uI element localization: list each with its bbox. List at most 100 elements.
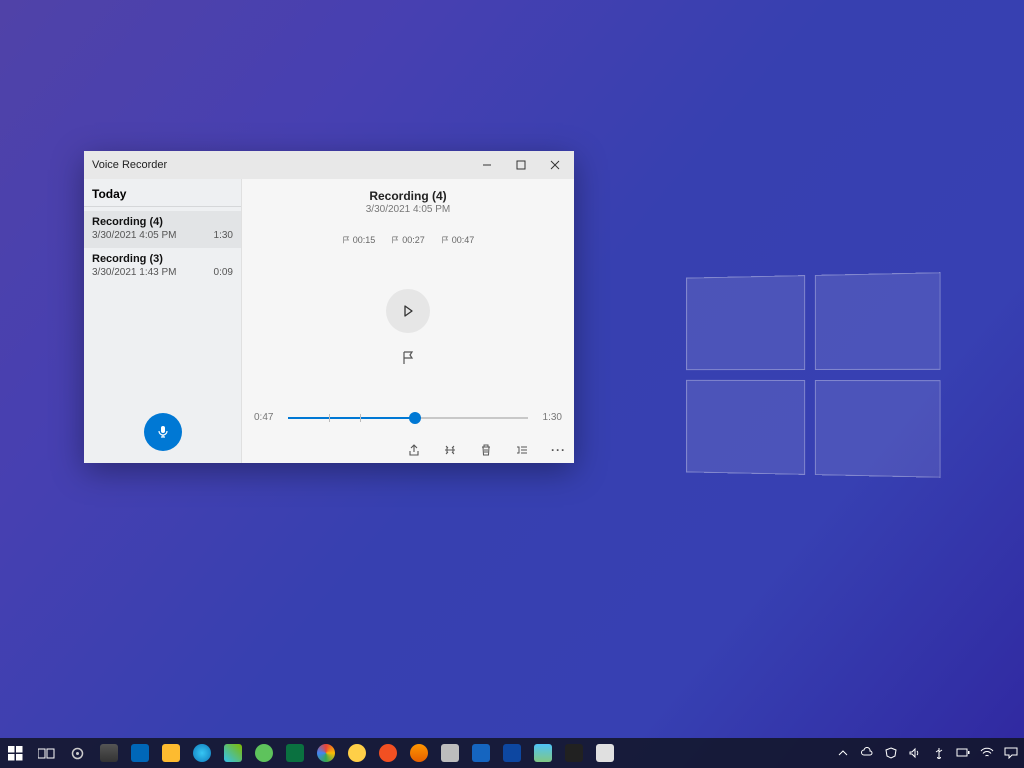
voice-recorder-window: Voice Recorder Today Recording (4) 3/30/… [84, 151, 574, 463]
recording-duration: 0:09 [214, 267, 233, 278]
taskbar-app[interactable] [124, 738, 155, 768]
taskbar-app[interactable] [186, 738, 217, 768]
tray-icon[interactable] [978, 738, 996, 768]
taskbar [0, 738, 1024, 768]
sidebar-header: Today [84, 179, 241, 207]
chevron-up-icon [838, 748, 848, 758]
marker[interactable]: 00:15 [342, 235, 376, 245]
taskbar-app[interactable] [465, 738, 496, 768]
app-icon [534, 744, 552, 762]
taskbar-app[interactable] [310, 738, 341, 768]
recording-date-main: 3/30/2021 4:05 PM [366, 204, 451, 215]
rename-icon [515, 443, 529, 457]
onedrive-icon [861, 747, 873, 759]
marker-row: 00:15 00:27 00:47 [342, 235, 475, 245]
taskbar-app[interactable] [341, 738, 372, 768]
task-view-icon [38, 747, 55, 760]
taskbar-app[interactable] [62, 738, 93, 768]
flag-icon [441, 236, 449, 244]
settings-icon [70, 746, 85, 761]
explorer-icon [162, 744, 180, 762]
battery-icon [956, 748, 970, 758]
recording-name: Recording (3) [92, 253, 163, 265]
system-tray [834, 738, 1020, 768]
delete-button[interactable] [479, 443, 493, 457]
rename-button[interactable] [515, 443, 529, 457]
app-icon [255, 744, 273, 762]
chrome-canary-icon [348, 744, 366, 762]
share-button[interactable] [407, 443, 421, 457]
titlebar: Voice Recorder [84, 151, 574, 179]
trash-icon [479, 443, 493, 457]
edge-icon [193, 744, 211, 762]
recording-name: Recording (4) [92, 216, 163, 228]
notification-icon [1004, 747, 1018, 759]
sidebar: Today Recording (4) 3/30/2021 4:05 PM 1:… [84, 179, 242, 463]
task-view-button[interactable] [31, 738, 62, 768]
ellipsis-icon: ··· [551, 443, 566, 457]
start-button[interactable] [0, 738, 31, 768]
taskbar-app[interactable] [93, 738, 124, 768]
flag-icon [391, 236, 399, 244]
share-icon [407, 443, 421, 457]
flag-icon [401, 351, 415, 365]
recording-date: 3/30/2021 4:05 PM [92, 230, 177, 241]
powershell-icon [503, 744, 521, 762]
timeline: 0:47 1:30 [254, 412, 562, 423]
brave-icon [379, 744, 397, 762]
minimize-button[interactable] [470, 151, 504, 179]
taskbar-app[interactable] [496, 738, 527, 768]
play-icon [400, 303, 416, 319]
taskbar-app[interactable] [434, 738, 465, 768]
wifi-icon [980, 747, 994, 759]
taskbar-app[interactable] [372, 738, 403, 768]
taskbar-app[interactable] [527, 738, 558, 768]
play-button[interactable] [386, 289, 430, 333]
marker-time: 00:15 [353, 235, 376, 245]
trim-icon [443, 443, 457, 457]
tray-overflow-button[interactable] [834, 738, 852, 768]
add-marker-button[interactable] [401, 351, 415, 365]
usb-icon [933, 747, 945, 759]
tray-icon[interactable] [858, 738, 876, 768]
recording-title: Recording (4) [369, 189, 446, 203]
taskbar-app[interactable] [403, 738, 434, 768]
marker-time: 00:27 [402, 235, 425, 245]
close-button[interactable] [538, 151, 572, 179]
current-time: 0:47 [254, 412, 280, 423]
maximize-button[interactable] [504, 151, 538, 179]
edge-dev-icon [224, 744, 242, 762]
toolbar: ··· [407, 443, 566, 457]
store-icon [100, 744, 118, 762]
taskbar-app[interactable] [589, 738, 620, 768]
total-time: 1:30 [536, 412, 562, 423]
tray-icon[interactable] [930, 738, 948, 768]
volume-icon [909, 747, 921, 759]
tray-icon[interactable] [906, 738, 924, 768]
taskbar-app[interactable] [155, 738, 186, 768]
recording-item[interactable]: Recording (3) 3/30/2021 1:43 PM 0:09 [84, 248, 241, 285]
defender-icon [885, 747, 897, 759]
taskbar-app[interactable] [279, 738, 310, 768]
taskbar-app[interactable] [248, 738, 279, 768]
window-title: Voice Recorder [92, 159, 167, 171]
main-panel: Recording (4) 3/30/2021 4:05 PM 00:15 00… [242, 179, 574, 463]
recording-item[interactable]: Recording (4) 3/30/2021 4:05 PM 1:30 [84, 211, 241, 248]
progress-track[interactable] [288, 417, 528, 419]
progress-thumb[interactable] [409, 412, 421, 424]
more-button[interactable]: ··· [551, 443, 566, 457]
trim-button[interactable] [443, 443, 457, 457]
recording-duration: 1:30 [214, 230, 233, 241]
flag-icon [342, 236, 350, 244]
taskbar-app[interactable] [558, 738, 589, 768]
app-icon [472, 744, 490, 762]
record-button[interactable] [144, 413, 182, 451]
marker[interactable]: 00:47 [441, 235, 475, 245]
voice-recorder-taskbar-icon [596, 744, 614, 762]
tray-icon[interactable] [954, 738, 972, 768]
chrome-icon [317, 744, 335, 762]
action-center-button[interactable] [1002, 738, 1020, 768]
tray-icon[interactable] [882, 738, 900, 768]
taskbar-app[interactable] [217, 738, 248, 768]
marker[interactable]: 00:27 [391, 235, 425, 245]
